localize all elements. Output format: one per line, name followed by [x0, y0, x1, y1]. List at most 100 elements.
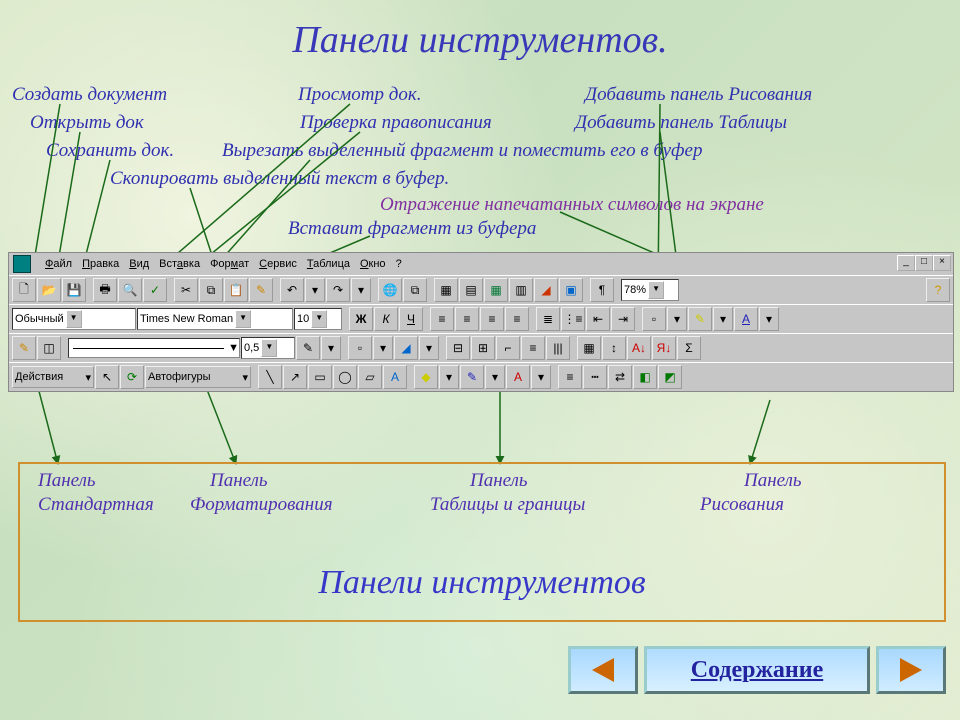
menu-edit[interactable]: Правка: [82, 258, 119, 270]
italic-button[interactable]: К: [374, 307, 398, 331]
print-button[interactable]: 🖶: [93, 278, 117, 302]
menu-format[interactable]: Формат: [210, 258, 249, 270]
help-button[interactable]: ?: [926, 278, 950, 302]
undo-button[interactable]: ↶: [280, 278, 304, 302]
close-button[interactable]: ×: [933, 255, 951, 271]
arrow-button[interactable]: ↗: [283, 365, 307, 389]
cut-button[interactable]: ✂: [174, 278, 198, 302]
copy-button[interactable]: ⧉: [199, 278, 223, 302]
textbox-button[interactable]: ▱: [358, 365, 382, 389]
line-color-dd[interactable]: ▾: [485, 365, 505, 389]
sort-asc-button[interactable]: A↓: [627, 336, 651, 360]
nav-contents-button[interactable]: Содержание: [644, 646, 870, 694]
autoformat-button[interactable]: ▦: [577, 336, 601, 360]
bold-button[interactable]: Ж: [349, 307, 373, 331]
split-cells-button[interactable]: ⊞: [471, 336, 495, 360]
zoom-combo[interactable]: 78%▼: [621, 279, 679, 301]
dash-button[interactable]: ┅: [583, 365, 607, 389]
font-color-button[interactable]: A: [734, 307, 758, 331]
fill-button[interactable]: ◆: [414, 365, 438, 389]
shadow-button[interactable]: ◧: [633, 365, 657, 389]
menu-view[interactable]: Вид: [129, 258, 149, 270]
merge-cells-button[interactable]: ⊟: [446, 336, 470, 360]
redo-button[interactable]: ↷: [326, 278, 350, 302]
drawing-button[interactable]: ◢: [534, 278, 558, 302]
dist-cols-button[interactable]: |||: [546, 336, 570, 360]
menu-window[interactable]: Окно: [360, 258, 386, 270]
pen-color-dd[interactable]: ▾: [321, 336, 341, 360]
nav-prev-button[interactable]: [568, 646, 638, 694]
borders-button[interactable]: ▫: [642, 307, 666, 331]
docmap-button[interactable]: ▣: [559, 278, 583, 302]
font-combo[interactable]: Times New Roman▼: [137, 308, 293, 330]
fill-color-button[interactable]: ◢: [394, 336, 418, 360]
text-direction-button[interactable]: ↕: [602, 336, 626, 360]
dist-rows-button[interactable]: ≡: [521, 336, 545, 360]
align-justify-button[interactable]: ≡: [505, 307, 529, 331]
outside-border-dd[interactable]: ▾: [373, 336, 393, 360]
insert-table-button[interactable]: ▤: [459, 278, 483, 302]
draw-table-button[interactable]: ✎: [12, 336, 36, 360]
size-combo[interactable]: 10▼: [294, 308, 342, 330]
rotate-button[interactable]: ⟳: [120, 365, 144, 389]
new-doc-button[interactable]: 🗋: [12, 278, 36, 302]
style-combo[interactable]: Обычный▼: [12, 308, 136, 330]
underline-button[interactable]: Ч: [399, 307, 423, 331]
arrow-style-button[interactable]: ⇄: [608, 365, 632, 389]
fill-color-dd[interactable]: ▾: [419, 336, 439, 360]
preview-button[interactable]: 🔍: [118, 278, 142, 302]
rect-button[interactable]: ▭: [308, 365, 332, 389]
hyperlink-button[interactable]: 🌐: [378, 278, 402, 302]
borders-dd[interactable]: ▾: [667, 307, 687, 331]
line-style-button[interactable]: ≡: [558, 365, 582, 389]
sort-desc-button[interactable]: Я↓: [652, 336, 676, 360]
align-top-button[interactable]: ⌐: [496, 336, 520, 360]
columns-button[interactable]: ▥: [509, 278, 533, 302]
spell-button[interactable]: ✓: [143, 278, 167, 302]
menu-file[interactable]: ФФайлайл: [45, 258, 72, 270]
excel-button[interactable]: ▦: [484, 278, 508, 302]
font-color2-button[interactable]: A: [506, 365, 530, 389]
maximize-button[interactable]: □: [915, 255, 933, 271]
outdent-button[interactable]: ⇤: [586, 307, 610, 331]
align-right-button[interactable]: ≡: [480, 307, 504, 331]
highlight-dd[interactable]: ▾: [713, 307, 733, 331]
redo-dd[interactable]: ▾: [351, 278, 371, 302]
indent-button[interactable]: ⇥: [611, 307, 635, 331]
paste-button[interactable]: 📋: [224, 278, 248, 302]
autoshapes-menu[interactable]: Автофигуры▾: [145, 366, 251, 388]
pen-color-button[interactable]: ✎: [296, 336, 320, 360]
fill-dd[interactable]: ▾: [439, 365, 459, 389]
autosum-button[interactable]: Σ: [677, 336, 701, 360]
wordart-button[interactable]: A: [383, 365, 407, 389]
line-color-button[interactable]: ✎: [460, 365, 484, 389]
show-marks-button[interactable]: ¶: [590, 278, 614, 302]
bullets-button[interactable]: ⋮≡: [561, 307, 585, 331]
align-left-button[interactable]: ≡: [430, 307, 454, 331]
line-width-combo[interactable]: 0,5▼: [241, 337, 295, 359]
web-toolbar-button[interactable]: ⧉: [403, 278, 427, 302]
oval-button[interactable]: ◯: [333, 365, 357, 389]
actions-menu[interactable]: Действия▾: [12, 366, 94, 388]
align-center-button[interactable]: ≡: [455, 307, 479, 331]
menu-insert[interactable]: Вставка: [159, 258, 200, 270]
line-button[interactable]: ╲: [258, 365, 282, 389]
format-painter-button[interactable]: ✎: [249, 278, 273, 302]
open-button[interactable]: 📂: [37, 278, 61, 302]
eraser-button[interactable]: ◫: [37, 336, 61, 360]
font-color-dd[interactable]: ▾: [759, 307, 779, 331]
minimize-button[interactable]: _: [897, 255, 915, 271]
line-style-combo[interactable]: ▼: [68, 338, 240, 358]
menu-table[interactable]: Таблица: [307, 258, 350, 270]
menu-help[interactable]: ?: [396, 258, 402, 270]
nav-next-button[interactable]: [876, 646, 946, 694]
tables-borders-button[interactable]: ▦: [434, 278, 458, 302]
save-button[interactable]: 💾: [62, 278, 86, 302]
outside-border-button[interactable]: ▫: [348, 336, 372, 360]
highlight-button[interactable]: ✎: [688, 307, 712, 331]
select-button[interactable]: ↖: [95, 365, 119, 389]
font-color2-dd[interactable]: ▾: [531, 365, 551, 389]
menu-tools[interactable]: Сервис: [259, 258, 297, 270]
numbering-button[interactable]: ≣: [536, 307, 560, 331]
3d-button[interactable]: ◩: [658, 365, 682, 389]
